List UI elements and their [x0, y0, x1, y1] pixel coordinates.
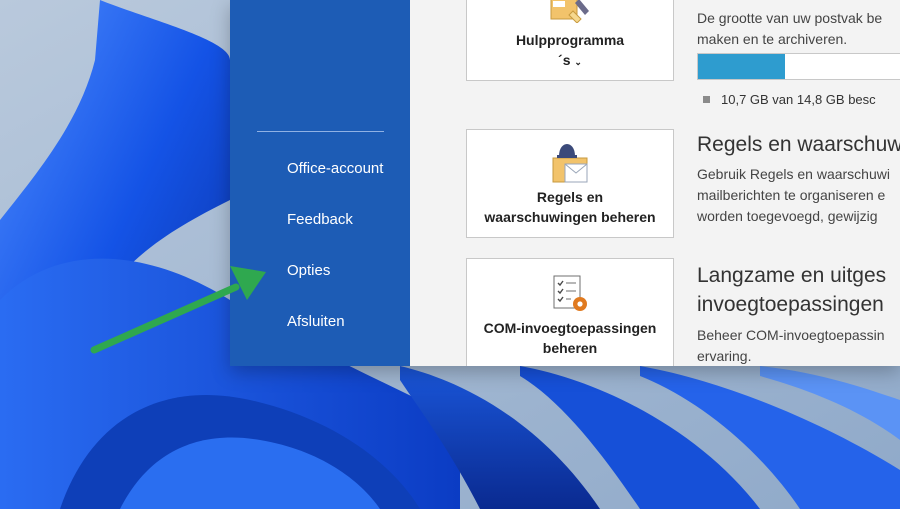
manage-rules-tile-button[interactable]: Regels en waarschuwingen beheren	[466, 129, 674, 238]
nav-item-afsluiten[interactable]: Afsluiten	[287, 313, 345, 330]
com-desc-line1: Beheer COM-invoegtoepassin	[697, 327, 885, 343]
mailbox-storage-fill	[698, 54, 786, 79]
mailbox-storage-meter	[697, 53, 900, 80]
tools-tile-label-line1: Hulpprogramma	[515, 32, 625, 48]
backstage-content: Hulpprogramma ´s ⌄ De grootte van uw pos…	[410, 0, 900, 366]
com-tile-label-line1: COM-invoegtoepassingen	[483, 320, 657, 336]
tools-desc-line1: De grootte van uw postvak be	[697, 10, 883, 26]
nav-item-feedback[interactable]: Feedback	[287, 211, 353, 228]
chevron-down-icon: ⌄	[574, 57, 582, 67]
nav-item-opties[interactable]: Opties	[287, 262, 330, 279]
com-heading-line2: invoegtoepassingen	[697, 293, 884, 316]
rules-heading: Regels en waarschuw	[697, 133, 900, 156]
rules-tile-label-line2: waarschuwingen beheren	[484, 209, 656, 225]
tools-desc-line2: maken en te archiveren.	[697, 31, 848, 47]
com-tile-label-line2: beheren	[542, 340, 598, 356]
nav-item-office-account[interactable]: Office-account	[287, 160, 383, 177]
rules-alerts-icon	[552, 144, 588, 183]
legend-square-icon	[703, 96, 710, 103]
tools-tile-button[interactable]: Hulpprogramma ´s ⌄	[466, 0, 674, 81]
cleanup-tools-icon	[550, 0, 589, 23]
nav-divider	[257, 131, 384, 132]
com-heading-line1: Langzame en uitges	[697, 264, 887, 287]
rules-tile-label-line1: Regels en	[536, 189, 604, 205]
outlook-backstage-window: Office-account Feedback Opties Afsluiten…	[230, 0, 900, 366]
mailbox-storage-legend: 10,7 GB van 14,8 GB besc	[703, 92, 876, 107]
backstage-nav: Office-account Feedback Opties Afsluiten	[230, 0, 410, 366]
mailbox-storage-text: 10,7 GB van 14,8 GB besc	[721, 92, 876, 107]
rules-desc-line2: mailberichten te organiseren e	[697, 187, 886, 203]
com-desc-line2: ervaring.	[697, 348, 752, 364]
com-addins-gear-icon	[553, 275, 587, 311]
tools-tile-label-line2: ´s ⌄	[558, 52, 582, 68]
rules-desc-line1: Gebruik Regels en waarschuwi	[697, 166, 890, 182]
rules-desc-line3: worden toegevoegd, gewijzig	[697, 208, 878, 224]
manage-com-addins-tile-button[interactable]: COM-invoegtoepassingen beheren	[466, 258, 674, 366]
